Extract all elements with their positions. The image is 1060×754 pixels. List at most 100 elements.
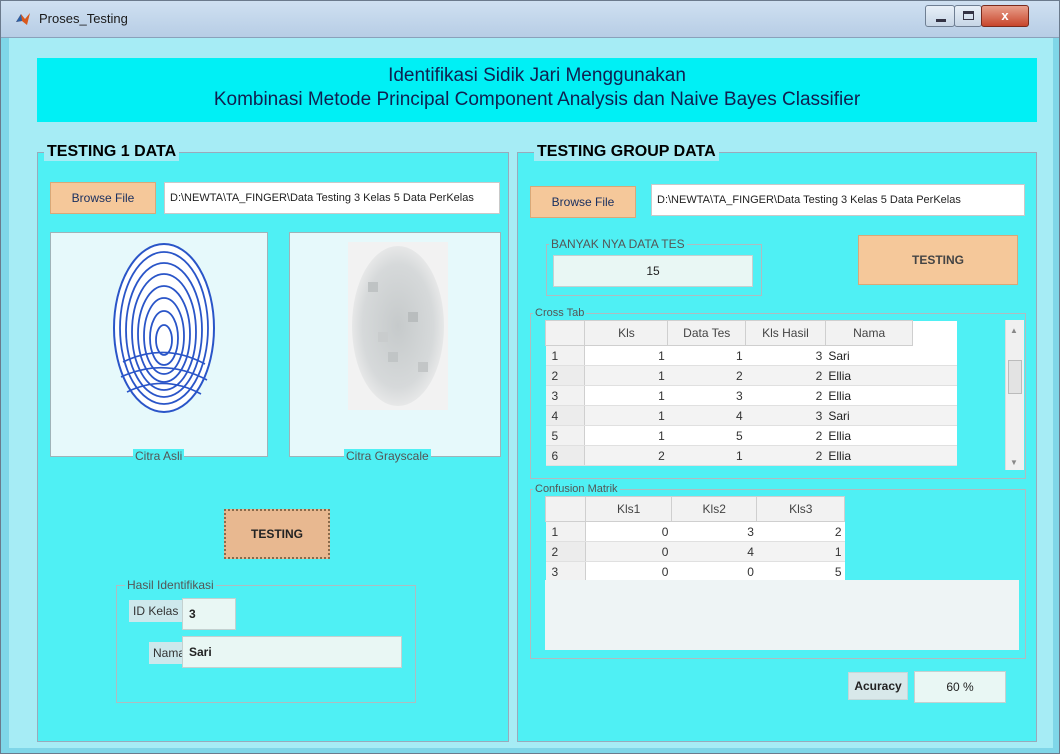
testing-group-panel: TESTING GROUP DATA Browse File D:\NEWTA\… [517,143,1037,742]
cell-kls-hasil: 2 [745,385,826,406]
matlab-logo-icon [16,13,30,25]
cross-tab-scrollbar[interactable]: ▲ ▼ [1005,320,1024,470]
testing-single-panel: TESTING 1 DATA Browse File D:\NEWTA\TA_F… [37,143,509,742]
cell-kls3: 5 [756,561,845,582]
table-row[interactable]: 5 1 5 2 Ellia [545,425,957,446]
scroll-thumb[interactable] [1008,360,1022,394]
close-button[interactable]: x [981,5,1029,27]
cell-data-tes: 1 [667,445,746,466]
cell-kls: 1 [584,365,668,386]
file-path-field-single[interactable]: D:\NEWTA\TA_FINGER\Data Testing 3 Kelas … [164,182,500,214]
minimize-icon [936,19,946,22]
cross-tab-corner [544,320,586,346]
row-header: 2 [545,541,587,562]
close-icon: x [1001,8,1009,23]
row-header: 5 [545,425,586,446]
app-window: Proses_Testing x Identifikasi Sidik Jari… [0,0,1060,754]
result-group: Hasil Identifikasi ID Kelas 3 Nama Sari [116,578,416,703]
cell-kls2: 4 [671,541,757,562]
confusion-header[interactable]: Kls1 [585,496,672,522]
table-row[interactable]: 1 0 3 2 [545,521,845,542]
confusion-corner [544,496,587,522]
cell-kls: 1 [584,405,668,426]
cross-tab-header[interactable]: Kls Hasil [745,320,826,346]
data-count-title: BANYAK NYA DATA TES [549,237,687,251]
nama-field[interactable]: Sari [182,636,402,668]
cell-nama: Ellia [825,385,913,406]
confusion-header[interactable]: Kls2 [670,496,758,522]
cross-tab-header[interactable]: Kls [584,320,669,346]
scroll-down-icon[interactable]: ▼ [1010,458,1018,467]
panel-title-group: TESTING GROUP DATA [534,143,719,161]
id-kelas-field[interactable]: 3 [182,598,236,630]
confusion-matrix-group: Confusion Matrik Kls1 Kls2 Kls3 1 0 3 2 … [530,482,1026,659]
table-row[interactable]: 2 0 4 1 [545,541,845,562]
row-header: 1 [545,345,586,366]
table-row[interactable]: 2 1 2 2 Ellia [545,365,957,386]
scroll-up-icon[interactable]: ▲ [1010,326,1018,335]
original-image-frame: Citra Asli [50,232,268,463]
cell-data-tes: 1 [667,345,746,366]
file-path-field-group[interactable]: D:\NEWTA\TA_FINGER\Data Testing 3 Kelas … [651,184,1025,216]
testing-button-group[interactable]: TESTING [858,235,1018,285]
table-row[interactable]: 3 1 3 2 Ellia [545,385,957,406]
panel-title-single: TESTING 1 DATA [44,143,180,161]
testing-button-single[interactable]: TESTING [224,509,330,559]
data-count-field[interactable]: 15 [553,255,753,287]
title-bar[interactable]: Proses_Testing x [1,1,1059,38]
header-banner: Identifikasi Sidik Jari Menggunakan Komb… [37,58,1037,122]
accuracy-field[interactable]: 60 % [914,671,1006,703]
cell-kls3: 1 [756,541,845,562]
cross-tab-group: Cross Tab Kls Data Tes Kls Hasil Nama 1 … [530,306,1026,479]
table-row[interactable]: 4 1 4 3 Sari [545,405,957,426]
banner-line-2: Kombinasi Metode Principal Component Ana… [213,89,861,110]
table-row[interactable]: 3 0 0 5 [545,561,845,582]
original-image-caption: Citra Asli [133,449,185,463]
cell-kls1: 0 [585,561,672,582]
fingerprint-image [113,243,215,413]
cell-filler [912,445,957,466]
confusion-matrix-title: Confusion Matrik [533,482,620,496]
cell-kls2: 0 [671,561,757,582]
cell-data-tes: 5 [667,425,746,446]
cell-nama: Ellia [825,425,913,446]
cell-kls-hasil: 2 [745,365,826,386]
maximize-icon [963,11,974,20]
cell-filler [912,425,957,446]
cell-kls: 1 [584,385,668,406]
cell-kls: 1 [584,425,668,446]
browse-file-button-single[interactable]: Browse File [50,182,156,214]
confusion-header[interactable]: Kls3 [756,496,845,522]
cross-tab-header[interactable]: Data Tes [667,320,747,346]
result-group-title: Hasil Identifikasi [125,578,216,592]
table-row[interactable]: 6 2 1 2 Ellia [545,445,957,466]
cell-nama: Ellia [825,365,913,386]
cell-filler [912,385,957,406]
minimize-button[interactable] [925,5,955,27]
cell-kls3: 2 [756,521,845,542]
row-header: 2 [545,365,586,386]
cross-tab-header[interactable]: Nama [824,320,914,346]
cell-filler [912,345,957,366]
table-row[interactable]: 1 1 1 3 Sari [545,345,957,366]
confusion-empty-area [545,580,1019,650]
cell-kls2: 3 [671,521,757,542]
row-header: 6 [545,445,586,466]
window-title: Proses_Testing [39,11,128,26]
row-header: 3 [545,385,586,406]
confusion-matrix-table[interactable]: Kls1 Kls2 Kls3 1 0 3 2 2 0 4 1 3 0 0 5 [544,496,845,582]
row-header: 3 [545,561,587,582]
browse-file-button-group[interactable]: Browse File [530,186,636,218]
row-header: 4 [545,405,586,426]
cell-kls1: 0 [585,521,672,542]
cross-tab-filler [912,320,957,346]
id-kelas-label: ID Kelas [129,600,183,622]
cell-kls-hasil: 3 [745,345,826,366]
cross-tab-table[interactable]: Kls Data Tes Kls Hasil Nama 1 1 1 3 Sari… [544,320,957,466]
cell-kls1: 0 [585,541,672,562]
accuracy-label: Acuracy [848,672,908,700]
maximize-button[interactable] [954,5,982,27]
cell-data-tes: 2 [667,365,746,386]
cell-kls-hasil: 3 [745,405,826,426]
grayscale-image-caption: Citra Grayscale [344,449,431,463]
